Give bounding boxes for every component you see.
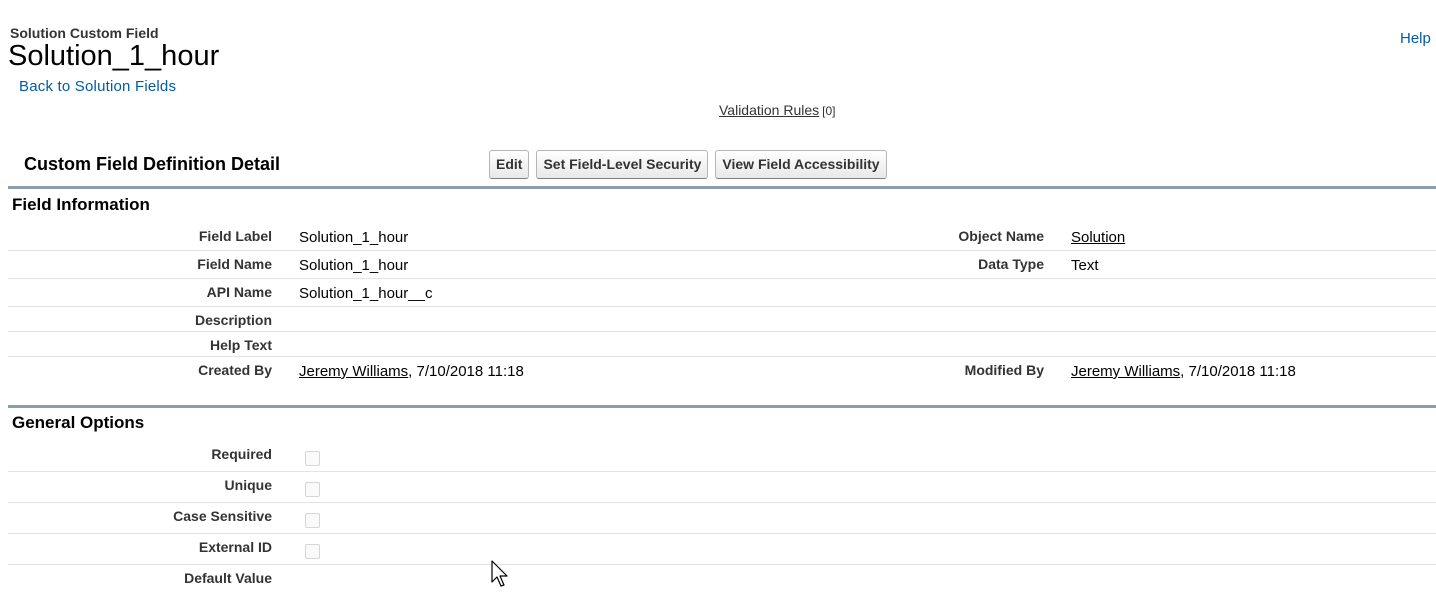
default-value-label: Default Value <box>184 570 272 586</box>
detail-row-field-label: Field Label Solution_1_hour Object Name … <box>8 222 1436 251</box>
modified-by-value: Jeremy Williams, 7/10/2018 11:18 <box>1071 363 1296 380</box>
record-type-label: Solution Custom Field <box>10 25 159 41</box>
detail-row-field-name: Field Name Solution_1_hour Data Type Tex… <box>8 251 1436 279</box>
set-field-level-security-button[interactable]: Set Field-Level Security <box>536 150 709 179</box>
detail-row-description: Description <box>8 307 1436 332</box>
field-name-value: Solution_1_hour <box>299 257 409 274</box>
field-information-title: Field Information <box>12 195 150 214</box>
general-options-title: General Options <box>12 413 145 432</box>
back-to-solution-fields-link[interactable]: Back to Solution Fields <box>19 78 176 95</box>
created-by-label: Created By <box>198 362 272 378</box>
created-by-user-link[interactable]: Jeremy Williams <box>299 363 408 380</box>
edit-button[interactable]: Edit <box>489 150 530 179</box>
modified-by-label: Modified By <box>964 362 1044 378</box>
api-name-value: Solution_1_hour__c <box>299 285 433 302</box>
modified-by-user-link[interactable]: Jeremy Williams <box>1071 363 1180 380</box>
object-name-link[interactable]: Solution <box>1071 229 1125 246</box>
field-label-value: Solution_1_hour <box>299 229 409 246</box>
case-sensitive-label: Case Sensitive <box>173 508 272 524</box>
detail-section-title: Custom Field Definition Detail <box>24 154 281 174</box>
mouse-cursor-icon <box>491 560 508 587</box>
option-row-default-value: Default Value <box>8 565 1436 596</box>
field-name-label: Field Name <box>197 256 272 272</box>
created-by-date: , 7/10/2018 11:18 <box>408 363 524 380</box>
detail-row-created-by: Created By Jeremy Williams, 7/10/2018 11… <box>8 357 1436 397</box>
object-name-label: Object Name <box>958 228 1044 244</box>
page-title: Solution_1_hour <box>8 40 220 72</box>
modified-by-date: , 7/10/2018 11:18 <box>1180 363 1296 380</box>
api-name-label: API Name <box>206 284 272 300</box>
option-row-unique: Unique <box>8 472 1436 503</box>
section-divider <box>8 186 1436 189</box>
detail-button-row: Edit Set Field-Level Security View Field… <box>489 150 887 179</box>
option-row-external-id: External ID <box>8 534 1436 565</box>
detail-row-api-name: API Name Solution_1_hour__c <box>8 279 1436 307</box>
view-field-accessibility-button[interactable]: View Field Accessibility <box>715 150 887 179</box>
data-type-value: Text <box>1071 257 1099 274</box>
required-label: Required <box>211 446 272 462</box>
help-link[interactable]: Help <box>1400 30 1431 47</box>
detail-row-help-text: Help Text <box>8 332 1436 357</box>
external-id-label: External ID <box>198 539 272 555</box>
related-list-links: Validation Rules [0] <box>719 102 835 118</box>
created-by-value: Jeremy Williams, 7/10/2018 11:18 <box>299 363 524 380</box>
option-row-case-sensitive: Case Sensitive <box>8 503 1436 534</box>
help-text-label: Help Text <box>210 337 272 353</box>
section-divider <box>8 405 1436 408</box>
description-label: Description <box>194 312 272 328</box>
validation-rules-link[interactable]: Validation Rules <box>719 102 819 118</box>
case-sensitive-checkbox <box>305 513 320 528</box>
option-row-required: Required <box>8 441 1436 472</box>
unique-checkbox <box>305 482 320 497</box>
required-checkbox <box>305 451 320 466</box>
validation-rules-count: [0] <box>822 104 836 118</box>
field-label-label: Field Label <box>198 228 272 244</box>
data-type-label: Data Type <box>978 256 1044 272</box>
unique-label: Unique <box>224 477 272 493</box>
external-id-checkbox <box>305 544 320 559</box>
